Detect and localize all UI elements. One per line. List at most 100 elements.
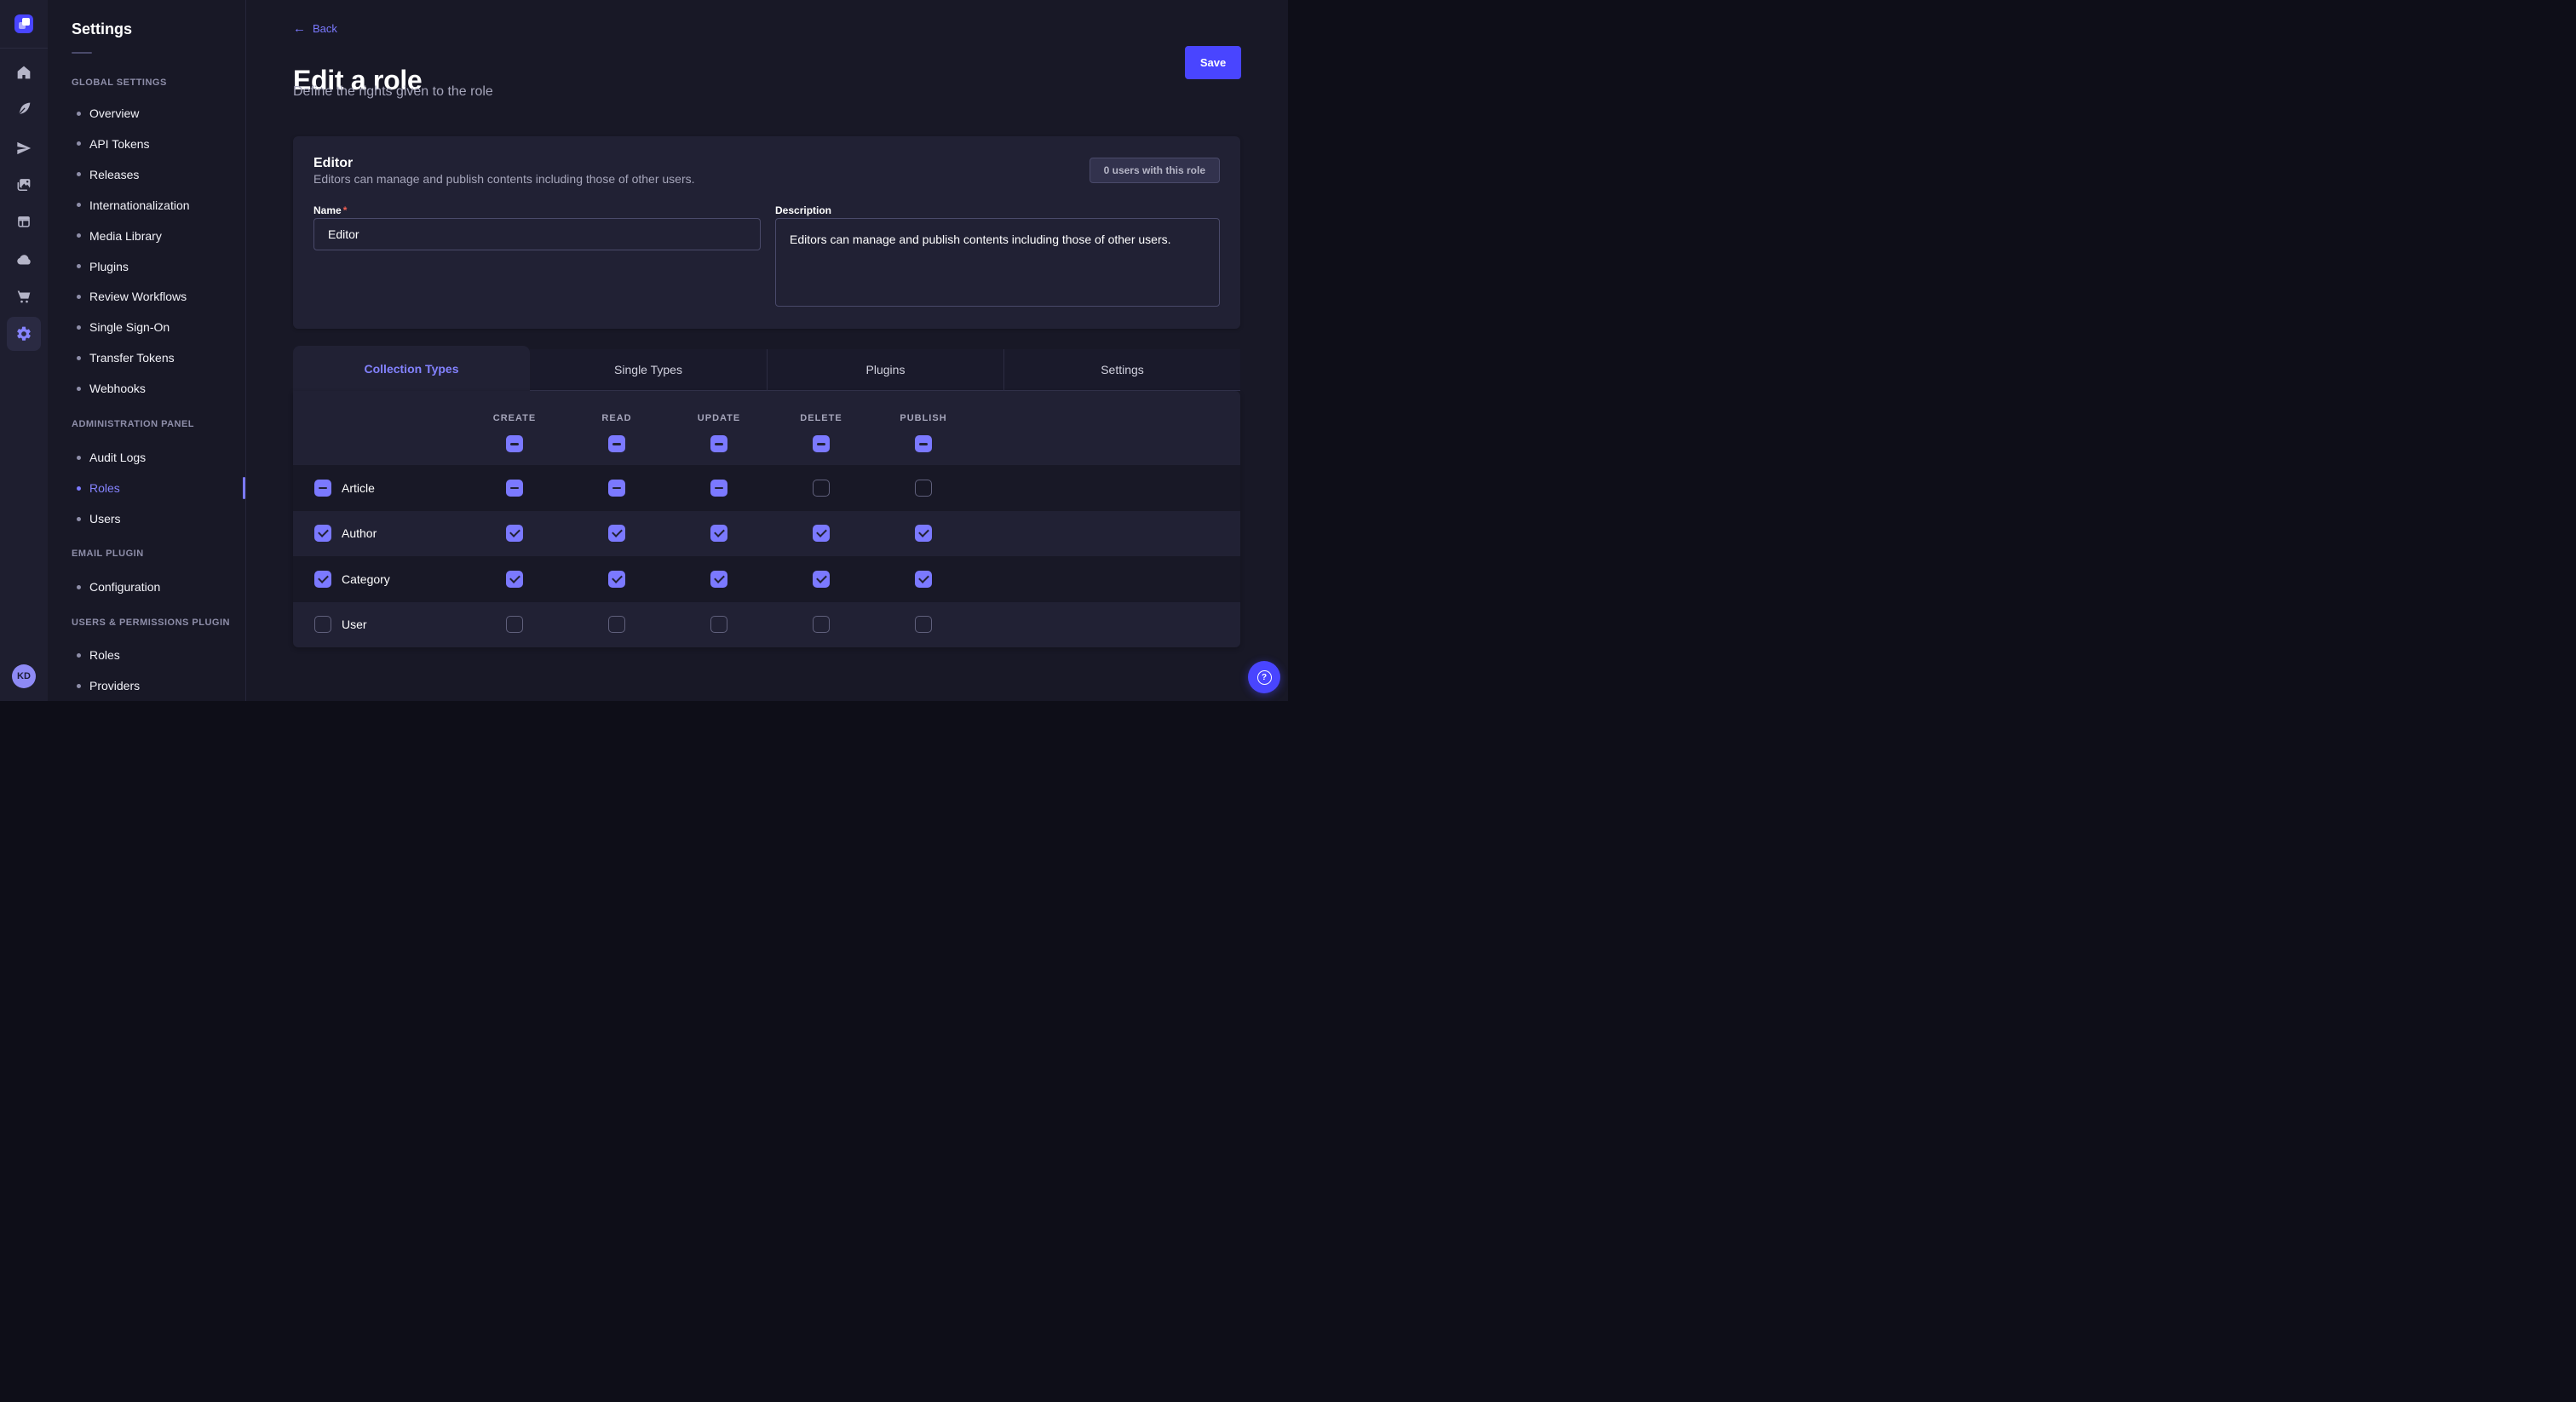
- role-description-text: Editors can manage and publish contents …: [313, 172, 695, 186]
- home-icon[interactable]: [7, 55, 41, 89]
- sidebar-item-webhooks[interactable]: Webhooks: [72, 373, 240, 404]
- bullet-icon: [77, 233, 81, 238]
- main-content: ← Back Edit a role Define the rights giv…: [246, 0, 1288, 701]
- user-delete-checkbox[interactable]: [813, 616, 830, 633]
- author-read-checkbox[interactable]: [608, 525, 625, 542]
- user-row-checkbox[interactable]: [314, 616, 331, 633]
- tab-single-types[interactable]: Single Types: [530, 349, 767, 391]
- select-all-read-checkbox[interactable]: [608, 435, 625, 452]
- gear-icon[interactable]: [7, 317, 41, 351]
- sidebar-item-label: Users: [89, 512, 121, 526]
- sidebar-section-label: EMAIL PLUGIN: [72, 549, 144, 559]
- bullet-icon: [77, 356, 81, 360]
- sidebar-item-api-tokens[interactable]: API Tokens: [72, 129, 240, 159]
- article-row-checkbox[interactable]: [314, 480, 331, 497]
- article-delete-checkbox[interactable]: [813, 480, 830, 497]
- images-icon[interactable]: [7, 168, 41, 202]
- bullet-icon: [77, 585, 81, 589]
- sidebar-item-releases[interactable]: Releases: [72, 159, 240, 190]
- permission-row-user: User: [293, 602, 1240, 648]
- save-button[interactable]: Save: [1185, 46, 1241, 79]
- permissions-section: Collection TypesSingle TypesPluginsSetti…: [293, 346, 1240, 647]
- paper-plane-icon[interactable]: [7, 131, 41, 165]
- page-subtitle: Define the rights given to the role: [293, 84, 493, 100]
- column-header-create: Create: [493, 413, 536, 423]
- column-header-publish: Publish: [900, 413, 946, 423]
- category-create-checkbox[interactable]: [506, 571, 523, 588]
- user-read-checkbox[interactable]: [608, 616, 625, 633]
- article-read-checkbox[interactable]: [608, 480, 625, 497]
- sidebar-item-label: Releases: [89, 168, 139, 181]
- sidebar-item-audit-logs[interactable]: Audit Logs: [72, 442, 240, 473]
- user-publish-checkbox[interactable]: [915, 616, 932, 633]
- sidebar-item-internationalization[interactable]: Internationalization: [72, 190, 240, 221]
- sidebar-item-review-workflows[interactable]: Review Workflows: [72, 281, 240, 312]
- permission-row-author: Author: [293, 511, 1240, 557]
- category-update-checkbox[interactable]: [710, 571, 727, 588]
- layout-icon[interactable]: [7, 204, 41, 238]
- entity-name: User: [342, 618, 367, 631]
- category-publish-checkbox[interactable]: [915, 571, 932, 588]
- sidebar-item-single-sign-on[interactable]: Single Sign-On: [72, 312, 240, 342]
- author-row-checkbox[interactable]: [314, 525, 331, 542]
- column-header-update: Update: [698, 413, 740, 423]
- author-update-checkbox[interactable]: [710, 525, 727, 542]
- user-avatar[interactable]: KD: [12, 664, 36, 688]
- entity-name: Article: [342, 481, 375, 495]
- back-label: Back: [313, 22, 337, 35]
- cart-icon[interactable]: [7, 279, 41, 313]
- bullet-icon: [77, 295, 81, 299]
- sidebar-item-label: Providers: [89, 679, 140, 692]
- user-update-checkbox[interactable]: [710, 616, 727, 633]
- sidebar-item-label: Audit Logs: [89, 451, 146, 464]
- sidebar-item-roles[interactable]: Roles: [72, 473, 240, 503]
- select-all-create-checkbox[interactable]: [506, 435, 523, 452]
- help-button[interactable]: ?: [1248, 661, 1280, 693]
- tab-collection-types[interactable]: Collection Types: [293, 346, 530, 391]
- category-row-checkbox[interactable]: [314, 571, 331, 588]
- required-asterisk: *: [343, 204, 348, 216]
- active-item-indicator: [243, 477, 245, 499]
- sidebar-item-configuration[interactable]: Configuration: [72, 572, 240, 602]
- sidebar-item-label: Transfer Tokens: [89, 351, 175, 365]
- name-field-label: Name*: [313, 204, 347, 216]
- article-update-checkbox[interactable]: [710, 480, 727, 497]
- back-link[interactable]: ← Back: [293, 22, 337, 35]
- bullet-icon: [77, 264, 81, 268]
- author-delete-checkbox[interactable]: [813, 525, 830, 542]
- permissions-tabbar: Collection TypesSingle TypesPluginsSetti…: [293, 346, 1240, 391]
- users-with-role-badge[interactable]: 0 users with this role: [1090, 158, 1220, 183]
- sidebar-item-roles[interactable]: Roles: [72, 640, 240, 670]
- select-all-publish-checkbox[interactable]: [915, 435, 932, 452]
- author-create-checkbox[interactable]: [506, 525, 523, 542]
- feather-icon[interactable]: [7, 92, 41, 126]
- permissions-table-header: CreateReadUpdateDeletePublish: [293, 391, 1240, 465]
- category-read-checkbox[interactable]: [608, 571, 625, 588]
- article-create-checkbox[interactable]: [506, 480, 523, 497]
- sidebar-item-label: Internationalization: [89, 198, 190, 212]
- sidebar-item-media-library[interactable]: Media Library: [72, 221, 240, 251]
- cloud-icon[interactable]: [7, 243, 41, 277]
- author-publish-checkbox[interactable]: [915, 525, 932, 542]
- category-delete-checkbox[interactable]: [813, 571, 830, 588]
- sidebar-item-users[interactable]: Users: [72, 503, 240, 534]
- description-field-label: Description: [775, 204, 831, 216]
- sidebar-item-label: Media Library: [89, 229, 162, 243]
- rail-divider: [0, 48, 48, 49]
- strapi-logo[interactable]: [14, 14, 33, 33]
- tab-plugins[interactable]: Plugins: [767, 349, 1003, 391]
- article-publish-checkbox[interactable]: [915, 480, 932, 497]
- sidebar-item-providers[interactable]: Providers: [72, 670, 240, 701]
- role-description-textarea[interactable]: Editors can manage and publish contents …: [775, 218, 1220, 307]
- sidebar-item-transfer-tokens[interactable]: Transfer Tokens: [72, 342, 240, 373]
- sidebar-item-overview[interactable]: Overview: [72, 98, 240, 129]
- bullet-icon: [77, 456, 81, 460]
- bullet-icon: [77, 517, 81, 521]
- tab-settings[interactable]: Settings: [1003, 349, 1240, 391]
- select-all-update-checkbox[interactable]: [710, 435, 727, 452]
- column-header-read: Read: [601, 413, 631, 423]
- sidebar-item-plugins[interactable]: Plugins: [72, 251, 240, 282]
- role-name-input[interactable]: [313, 218, 761, 250]
- user-create-checkbox[interactable]: [506, 616, 523, 633]
- select-all-delete-checkbox[interactable]: [813, 435, 830, 452]
